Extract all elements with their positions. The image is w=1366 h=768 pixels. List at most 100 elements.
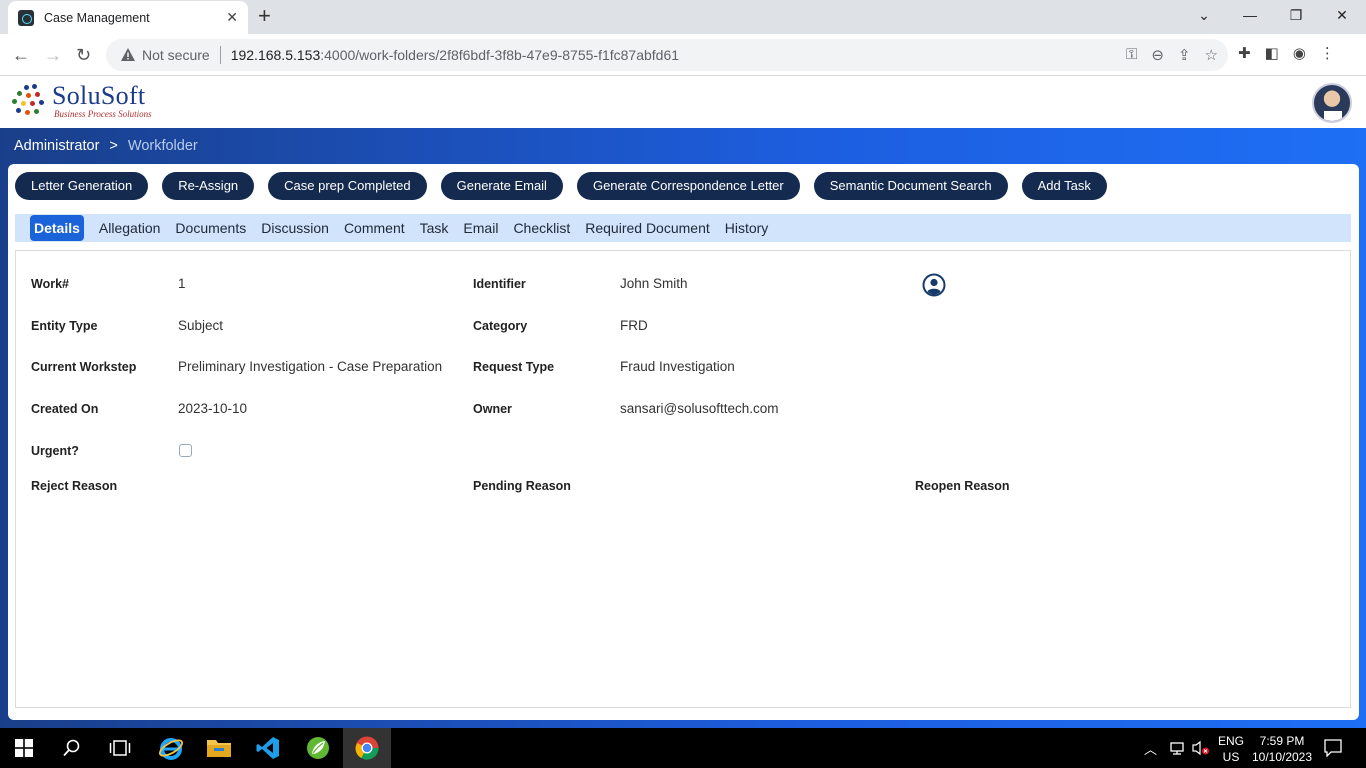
- current-workstep-value: Preliminary Investigation - Case Prepara…: [178, 359, 443, 374]
- tab-comment[interactable]: Comment: [344, 215, 405, 241]
- search-icon: [63, 739, 80, 757]
- workfolder-panel: Letter Generation Re-Assign Case prep Co…: [8, 164, 1359, 720]
- network-icon[interactable]: [1169, 740, 1185, 756]
- back-icon[interactable]: ←: [12, 44, 30, 66]
- entity-type-label: Entity Type: [31, 319, 98, 333]
- forward-icon[interactable]: →: [44, 44, 62, 66]
- task-view-button[interactable]: [96, 728, 144, 768]
- tab-documents[interactable]: Documents: [175, 215, 246, 241]
- solusoft-logo[interactable]: SoluSoft Business Process Solutions: [10, 83, 152, 119]
- not-secure-label[interactable]: Not secure: [142, 47, 210, 63]
- urgent-label: Urgent?: [31, 444, 79, 458]
- workfolder-tabs: Details Allegation Documents Discussion …: [15, 214, 1351, 242]
- entity-type-value: Subject: [178, 318, 224, 333]
- windows-taskbar: ︿ ENG US 7:59 PM 10/10/2023: [0, 728, 1366, 768]
- current-workstep-label: Current Workstep: [31, 360, 137, 374]
- address-bar[interactable]: Not secure 192.168.5.153:4000/work-folde…: [106, 39, 1228, 71]
- breadcrumb-root[interactable]: Administrator: [14, 138, 99, 154]
- side-panel-icon[interactable]: ◧: [1265, 44, 1279, 62]
- folder-icon: [207, 740, 231, 757]
- url-path: :4000/work-folders/2f8f6bdf-3f8b-47e9-87…: [320, 47, 680, 63]
- vscode-app[interactable]: [244, 728, 292, 768]
- logo-tagline: Business Process Solutions: [54, 109, 152, 119]
- minimize-icon[interactable]: —: [1227, 0, 1273, 30]
- browser-tab[interactable]: Case Management ✕: [8, 1, 248, 34]
- tab-task[interactable]: Task: [420, 215, 449, 241]
- close-window-icon[interactable]: ✕: [1319, 0, 1365, 30]
- internet-explorer-icon: [158, 738, 184, 760]
- bookmark-star-icon[interactable]: ☆: [1205, 46, 1218, 64]
- omnibox-icons: ⚿ ⊖ ⇪ ☆: [1126, 46, 1218, 64]
- windows-logo-icon: [15, 739, 33, 757]
- tray-chevron-icon[interactable]: ︿: [1144, 739, 1157, 758]
- start-button[interactable]: [0, 728, 48, 768]
- extensions-puzzle-icon[interactable]: ✚: [1238, 44, 1251, 62]
- omnibox-separator: [219, 46, 221, 64]
- key-icon[interactable]: ⚿: [1126, 46, 1137, 64]
- clock-date: 10/10/2023: [1251, 750, 1313, 764]
- letter-generation-button[interactable]: Letter Generation: [15, 172, 149, 200]
- language-indicator[interactable]: ENG US: [1216, 733, 1246, 765]
- chrome-app[interactable]: [343, 728, 391, 768]
- app-header: SoluSoft Business Process Solutions: [0, 77, 1366, 128]
- internet-explorer-app[interactable]: [147, 728, 195, 768]
- react-favicon-icon: [18, 9, 34, 26]
- urgent-checkbox[interactable]: [179, 444, 192, 457]
- restore-icon[interactable]: ❐: [1273, 0, 1319, 30]
- tab-details[interactable]: Details: [30, 215, 84, 241]
- file-explorer-app[interactable]: [195, 728, 243, 768]
- region-code: US: [1222, 750, 1240, 764]
- created-on-label: Created On: [31, 402, 99, 416]
- volume-muted-icon[interactable]: [1192, 740, 1210, 756]
- identifier-label: Identifier: [473, 277, 526, 291]
- created-on-value: 2023-10-10: [178, 401, 248, 416]
- breadcrumb: Administrator > Workfolder: [14, 138, 198, 154]
- semantic-document-search-button[interactable]: Semantic Document Search: [813, 172, 1008, 200]
- spring-leaf-icon: [307, 737, 329, 759]
- re-assign-button[interactable]: Re-Assign: [162, 172, 255, 200]
- reload-icon[interactable]: ↻: [76, 44, 91, 66]
- user-circle-icon[interactable]: [922, 273, 946, 297]
- tab-email[interactable]: Email: [463, 215, 498, 241]
- pending-reason-label: Pending Reason: [473, 479, 571, 493]
- logo-name: SoluSoft: [52, 81, 146, 110]
- tab-required-document[interactable]: Required Document: [585, 215, 710, 241]
- new-tab-icon[interactable]: +: [258, 4, 271, 28]
- tab-checklist[interactable]: Checklist: [513, 215, 570, 241]
- reopen-reason-label: Reopen Reason: [915, 479, 1010, 493]
- vscode-icon: [256, 737, 279, 759]
- details-section: Work# 1 Entity Type Subject Current Work…: [15, 250, 1351, 708]
- tab-discussion[interactable]: Discussion: [261, 215, 329, 241]
- add-task-button[interactable]: Add Task: [1021, 172, 1107, 200]
- category-label: Category: [473, 319, 528, 333]
- warning-icon: [121, 48, 135, 61]
- clock[interactable]: 7:59 PM 10/10/2023: [1250, 733, 1314, 765]
- more-menu-icon[interactable]: ⋮: [1320, 44, 1335, 62]
- green-app[interactable]: [294, 728, 342, 768]
- generate-correspondence-letter-button[interactable]: Generate Correspondence Letter: [576, 172, 800, 200]
- share-icon[interactable]: ⇪: [1178, 46, 1191, 64]
- breadcrumb-separator: >: [109, 138, 118, 154]
- work-number-value: 1: [178, 276, 186, 291]
- case-prep-completed-button[interactable]: Case prep Completed: [268, 172, 427, 200]
- request-type-label: Request Type: [473, 360, 555, 374]
- extension-icons: ✚ ◧ ◉ ⋮: [1238, 44, 1335, 62]
- tab-history[interactable]: History: [725, 215, 769, 241]
- identifier-value: John Smith: [620, 276, 688, 291]
- profile-icon[interactable]: ◉: [1293, 44, 1306, 62]
- language-code: ENG: [1217, 734, 1244, 748]
- generate-email-button[interactable]: Generate Email: [440, 172, 563, 200]
- reject-reason-label: Reject Reason: [31, 479, 118, 493]
- notifications-icon[interactable]: [1324, 739, 1342, 757]
- zoom-icon[interactable]: ⊖: [1151, 46, 1164, 64]
- tab-close-icon[interactable]: ✕: [226, 9, 238, 26]
- task-view-icon: [109, 740, 131, 756]
- search-button[interactable]: [48, 728, 96, 768]
- browser-tab-bar: Case Management ✕ + ⌄ — ❐ ✕: [0, 0, 1366, 34]
- tab-allegation[interactable]: Allegation: [99, 215, 161, 241]
- tab-search-icon[interactable]: ⌄: [1181, 0, 1227, 30]
- user-avatar[interactable]: [1312, 83, 1352, 123]
- window-controls: ⌄ — ❐ ✕: [1181, 0, 1365, 30]
- request-type-value: Fraud Investigation: [620, 359, 735, 374]
- work-number-label: Work#: [31, 277, 69, 291]
